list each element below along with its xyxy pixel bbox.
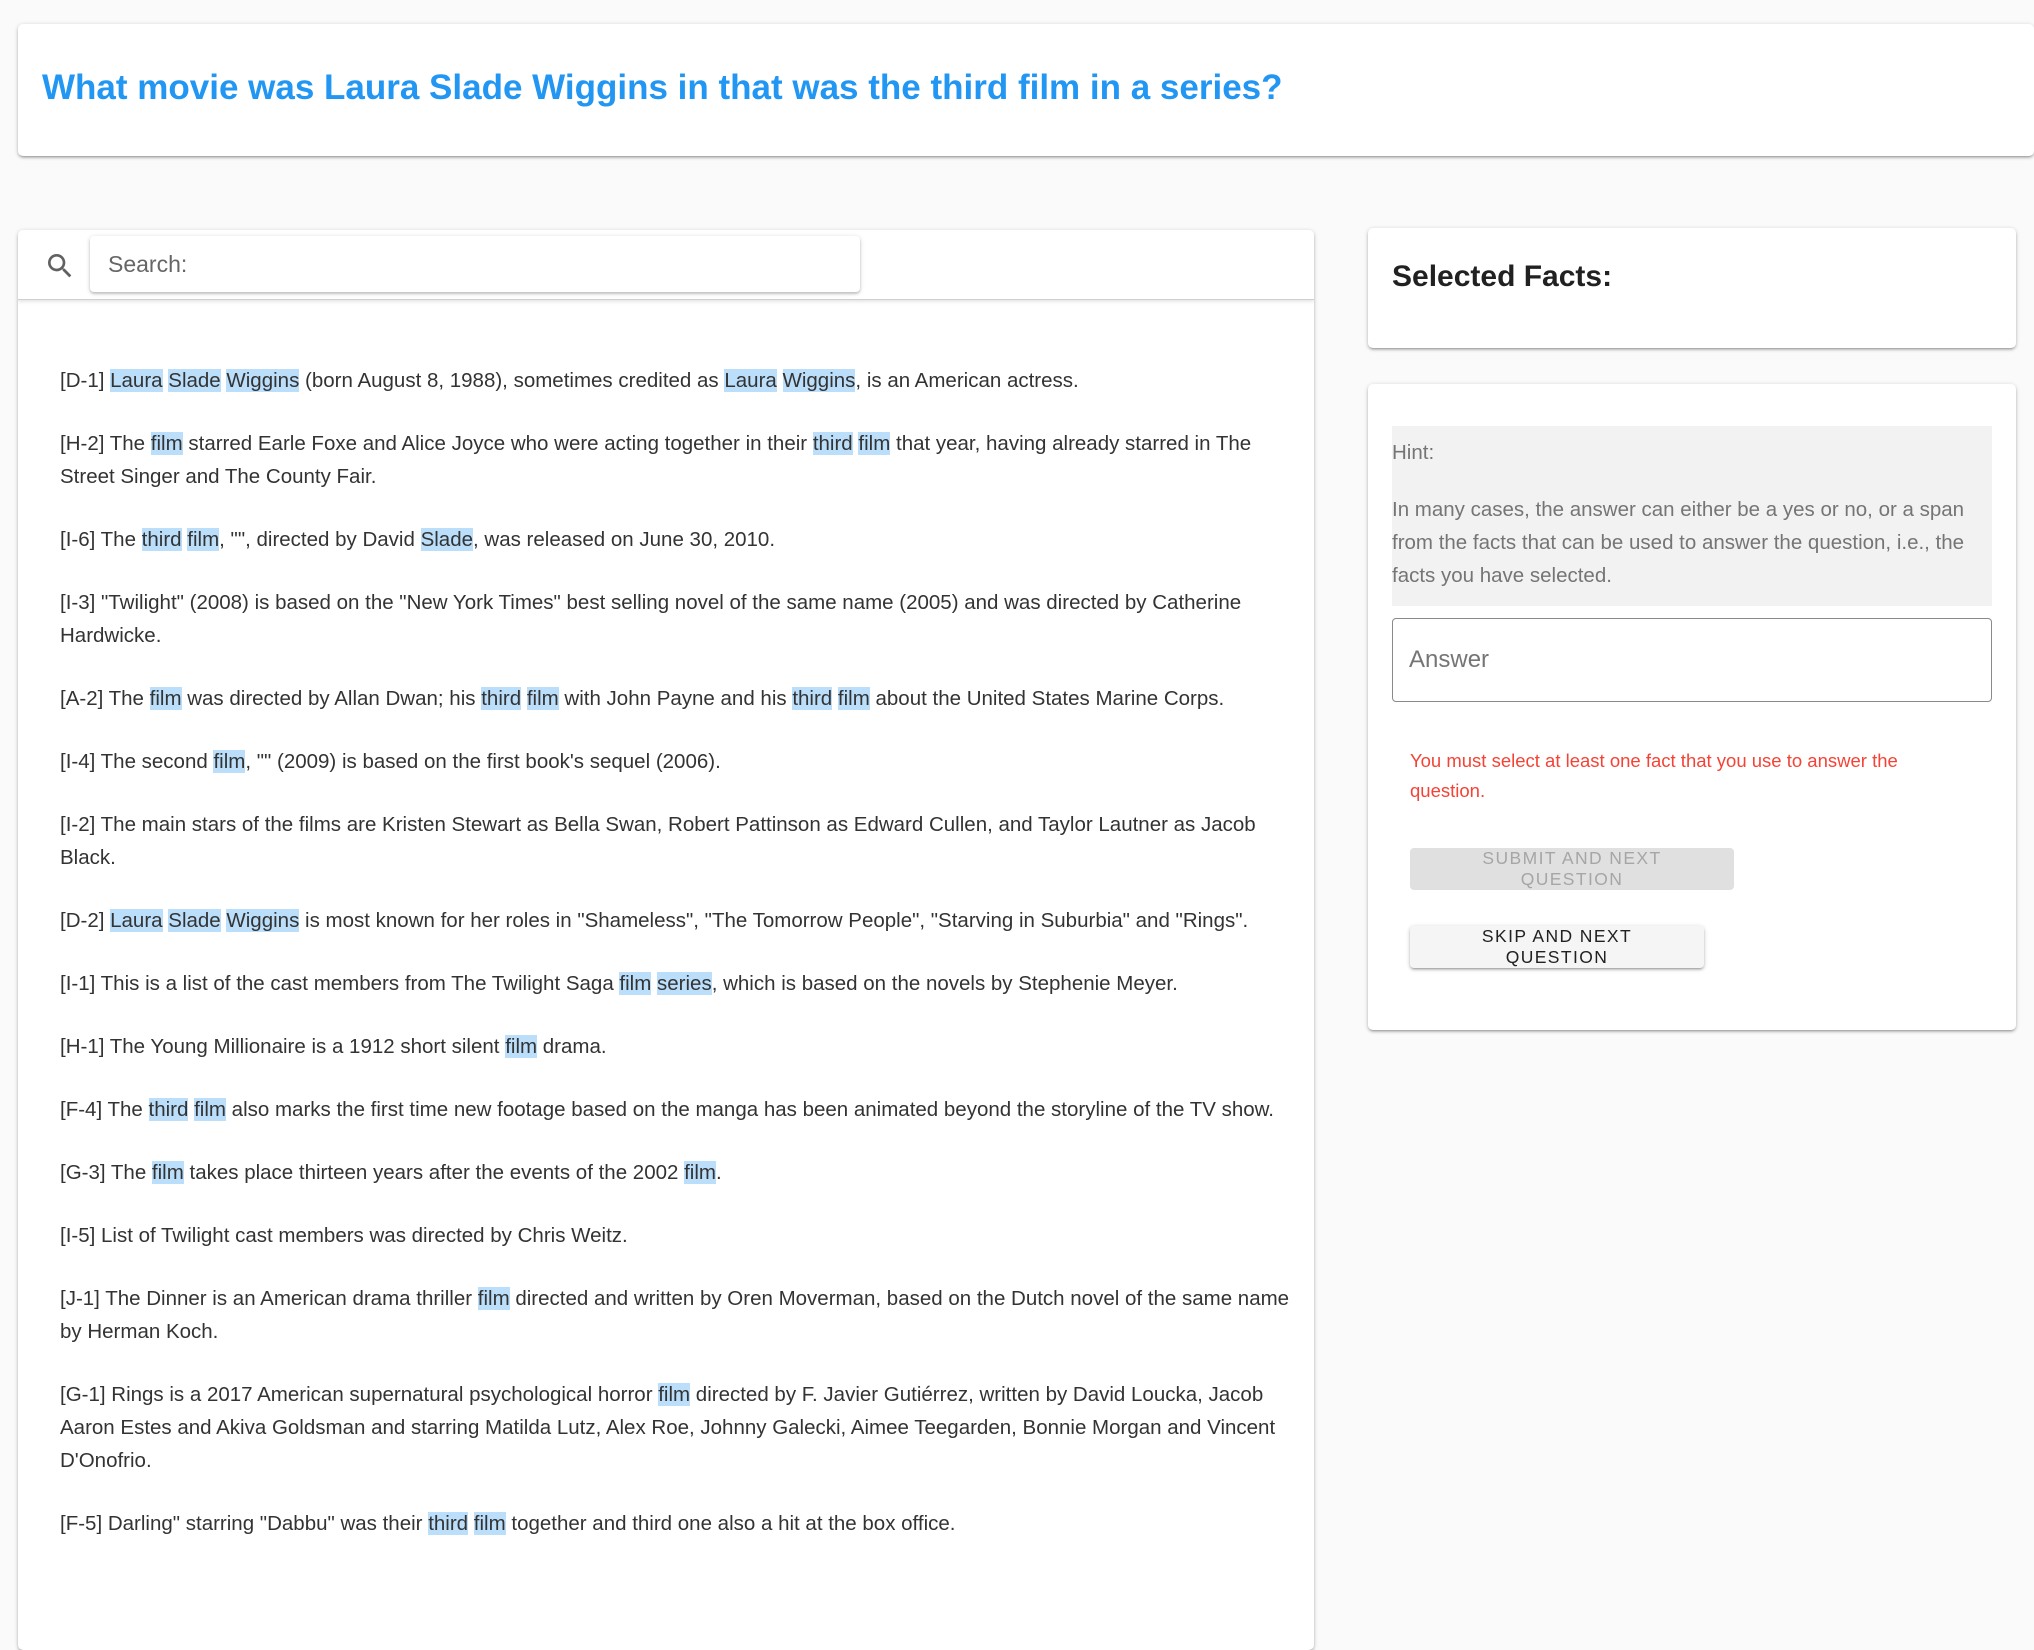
search-highlight: Slade [420,528,474,551]
fact-item[interactable]: [G-3] The film takes place thirteen year… [60,1156,1290,1189]
error-message: You must select at least one fact that y… [1410,750,1898,801]
fact-text: drama. [537,1035,607,1058]
fact-text: [H-1] The Young Millionaire is a 1912 sh… [60,1035,506,1058]
search-bar [18,230,1314,300]
search-highlight: Slade [168,369,221,392]
facts-panel: [D-1] Laura Slade Wiggins (born August 8… [18,230,1314,1650]
fact-text: [I-1] This is a list of the cast members… [60,972,620,995]
fact-item[interactable]: [I-3] "Twilight" (2008) is based on the … [60,586,1290,652]
search-highlight: film [194,1098,226,1121]
fact-text: about the United States Marine Corps. [869,687,1225,710]
search-highlight: film [187,528,220,551]
fact-text: , which is based on the novels by Stephe… [711,972,1178,995]
fact-item[interactable]: [H-1] The Young Millionaire is a 1912 sh… [60,1030,1290,1063]
fact-item[interactable]: [F-5] Darling" starring "Dabbu" was thei… [60,1507,1290,1540]
fact-text: [I-3] "Twilight" (2008) is based on the … [60,591,1242,647]
fact-item[interactable]: [I-4] The second film, "" (2009) is base… [60,745,1290,778]
fact-text: (born August 8, 1988), sometimes credite… [299,369,725,392]
fact-text: together and third one also a hit at the… [505,1512,956,1535]
search-highlight: film [619,972,652,995]
fact-text: [F-5] Darling" starring "Dabbu" was thei… [60,1512,429,1535]
search-icon [44,250,76,282]
question-title: What movie was Laura Slade Wiggins in th… [42,68,1283,107]
fact-item[interactable]: [D-1] Laura Slade Wiggins (born August 8… [60,364,1290,397]
fact-text [777,369,783,392]
search-highlight: film [473,1512,506,1535]
fact-text: [D-1] [60,369,111,392]
fact-text: [I-2] The main stars of the films are Kr… [60,813,1256,869]
fact-text: starred Earle Foxe and Alice Joyce who w… [182,432,813,455]
fact-text: [A-2] The [60,687,150,710]
search-highlight: film [858,432,891,455]
search-highlight: film [477,1287,510,1310]
search-highlight: third [141,528,182,551]
fact-text: [H-2] The [60,432,151,455]
fact-item[interactable]: [A-2] The film was directed by Allan Dwa… [60,682,1290,715]
fact-item[interactable]: [I-1] This is a list of the cast members… [60,967,1290,1000]
fact-item[interactable]: [J-1] The Dinner is an American drama th… [60,1282,1290,1348]
search-highlight: third [792,687,833,710]
search-highlight: third [428,1512,469,1535]
fact-text: is most known for her roles in "Shameles… [299,909,1249,932]
fact-text: takes place thirteen years after the eve… [183,1161,685,1184]
fact-item[interactable]: [I-6] The third film, "", directed by Da… [60,523,1290,556]
search-highlight: third [148,1098,189,1121]
skip-next-button[interactable]: Skip and next question [1410,926,1704,968]
hint-text: In many cases, the answer can either be … [1392,498,1965,587]
search-highlight: film [150,432,183,455]
fact-text: with John Payne and his [558,687,793,710]
fact-item[interactable]: [F-4] The third film also marks the firs… [60,1093,1290,1126]
fact-item[interactable]: [I-5] List of Twilight cast members was … [60,1219,1290,1252]
fact-text: [I-5] List of Twilight cast members was … [60,1224,628,1247]
search-highlight: third [481,687,522,710]
fact-text: [G-1] Rings is a 2017 American supernatu… [60,1383,659,1406]
fact-text [468,1512,474,1535]
hint-label: Hint: [1392,441,1435,464]
fact-text: [J-1] The Dinner is an American drama th… [60,1287,478,1310]
submit-next-button[interactable]: Submit and next question [1410,848,1734,890]
search-highlight: Slade [168,909,221,932]
search-highlight: film [658,1383,691,1406]
search-highlight: film [505,1035,538,1058]
search-highlight: Laura [110,369,163,392]
fact-text: , "", directed by David [219,528,421,551]
search-highlight: Laura [110,909,163,932]
fact-text: [F-4] The [60,1098,149,1121]
fact-item[interactable]: [G-1] Rings is a 2017 American supernatu… [60,1378,1290,1477]
search-highlight: Laura [724,369,777,392]
search-highlight: film [837,687,870,710]
fact-item[interactable]: [H-2] The film starred Earle Foxe and Al… [60,427,1290,493]
search-highlight: film [151,1161,184,1184]
fact-text: was directed by Allan Dwan; his [181,687,482,710]
search-highlight: film [213,750,246,773]
search-input[interactable] [90,236,860,292]
fact-text: also marks the first time new footage ba… [225,1098,1275,1121]
selected-facts-title: Selected Facts: [1392,260,1613,293]
search-highlight: film [684,1161,716,1184]
fact-list: [D-1] Laura Slade Wiggins (born August 8… [60,364,1290,1570]
fact-text: [I-4] The second [60,750,214,773]
fact-text: , was released on June 30, 2010. [473,528,776,551]
answer-card: Hint: In many cases, the answer can eith… [1368,384,2016,1030]
search-highlight: film [526,687,559,710]
fact-text: . [715,1161,722,1184]
fact-text [521,687,527,710]
fact-text: [D-2] [60,909,111,932]
fact-text: [G-3] The [60,1161,152,1184]
hint-box: Hint: In many cases, the answer can eith… [1392,426,1992,606]
search-highlight: Wiggins [226,369,300,392]
search-highlight: Wiggins [226,909,300,932]
question-card: What movie was Laura Slade Wiggins in th… [18,24,2034,156]
fact-item[interactable]: [I-2] The main stars of the films are Kr… [60,808,1290,874]
search-highlight: Wiggins [782,369,856,392]
answer-input[interactable] [1392,618,1992,702]
fact-item[interactable]: [D-2] Laura Slade Wiggins is most known … [60,904,1290,937]
search-highlight: third [812,432,853,455]
search-highlight: series [657,972,712,995]
search-highlight: film [149,687,182,710]
selected-facts-card: Selected Facts: [1368,228,2016,348]
fact-text: , "" (2009) is based on the first book's… [245,750,721,773]
fact-text: [I-6] The [60,528,142,551]
fact-text: , is an American actress. [855,369,1079,392]
